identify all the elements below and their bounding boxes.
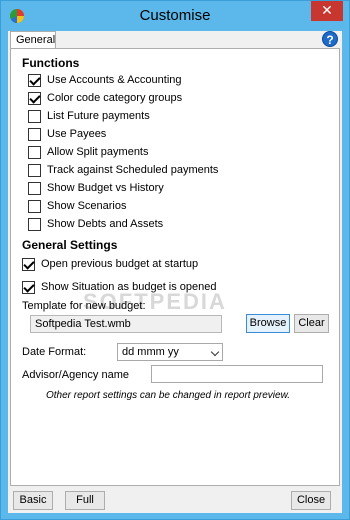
full-button[interactable]: Full [65,491,105,510]
checkbox-box[interactable] [28,91,41,105]
report-settings-note: Other report settings can be changed in … [46,390,291,401]
checkbox-box[interactable] [28,199,41,213]
checkbox-label: Show Budget vs History [47,182,164,194]
checkbox-label: Allow Split payments [47,146,149,158]
checkbox-box[interactable] [28,163,41,177]
general-tab-panel: SOFTPEDIA Functions Use Accounts & Accou… [10,48,340,486]
advisor-label: Advisor/Agency name [22,369,129,381]
checkbox-label: Use Payees [47,128,107,140]
date-format-value: dd mmm yy [122,346,179,358]
checkbox-color-code[interactable]: Color code category groups [28,90,182,106]
checkbox-box[interactable] [28,217,41,231]
checkbox-label: Track against Scheduled payments [47,164,219,176]
checkbox-label: Open previous budget at startup [41,258,199,270]
window-title: Customise [139,7,211,24]
help-icon[interactable]: ? [322,31,338,47]
checkbox-debts-assets[interactable]: Show Debts and Assets [28,216,163,232]
checkbox-label: Show Debts and Assets [47,218,164,230]
browse-button[interactable]: Browse [246,314,290,333]
checkbox-future-payments[interactable]: List Future payments [28,108,150,124]
tab-strip: General ? [8,31,342,49]
date-format-select[interactable]: dd mmm yy [117,343,223,361]
checkbox-label: List Future payments [47,110,150,122]
template-label: Template for new budget: [22,300,146,312]
checkbox-scheduled-payments[interactable]: Track against Scheduled payments [28,162,218,178]
checkbox-box[interactable] [28,127,41,141]
customise-window: Customise ✕ General ? SOFTPEDIA Function… [0,0,350,520]
close-button[interactable]: Close [291,491,331,510]
checkbox-box[interactable] [28,109,41,123]
general-settings-heading: General Settings [22,238,118,252]
checkbox-box[interactable] [28,181,41,195]
close-window-button[interactable]: ✕ [311,1,343,21]
functions-heading: Functions [22,56,80,70]
checkbox-show-scenarios[interactable]: Show Scenarios [28,198,127,214]
checkbox-label: Use Accounts & Accounting [47,74,182,86]
dialog-body: General ? SOFTPEDIA Functions Use Accoun… [8,31,342,513]
basic-button[interactable]: Basic [13,491,53,510]
checkbox-box[interactable] [22,257,35,271]
advisor-name-input[interactable] [151,365,323,383]
checkbox-use-payees[interactable]: Use Payees [28,126,106,142]
template-field[interactable]: Softpedia Test.wmb [30,315,222,333]
checkbox-budget-vs-history[interactable]: Show Budget vs History [28,180,164,196]
checkbox-box[interactable] [28,145,41,159]
checkbox-use-accounts[interactable]: Use Accounts & Accounting [28,72,182,88]
clear-button[interactable]: Clear [294,314,329,333]
checkbox-open-previous-budget[interactable]: Open previous budget at startup [22,256,198,272]
checkbox-show-situation[interactable]: Show Situation as budget is opened [22,279,217,295]
chevron-down-icon [210,347,220,357]
title-bar[interactable]: Customise ✕ [1,1,349,31]
checkbox-label: Color code category groups [47,92,183,104]
checkbox-split-payments[interactable]: Allow Split payments [28,144,149,160]
checkbox-label: Show Scenarios [47,200,127,212]
date-format-label: Date Format: [22,346,87,358]
checkbox-box[interactable] [22,280,35,294]
checkbox-box[interactable] [28,73,41,87]
tab-general[interactable]: General [10,31,56,49]
checkbox-label: Show Situation as budget is opened [41,281,217,293]
